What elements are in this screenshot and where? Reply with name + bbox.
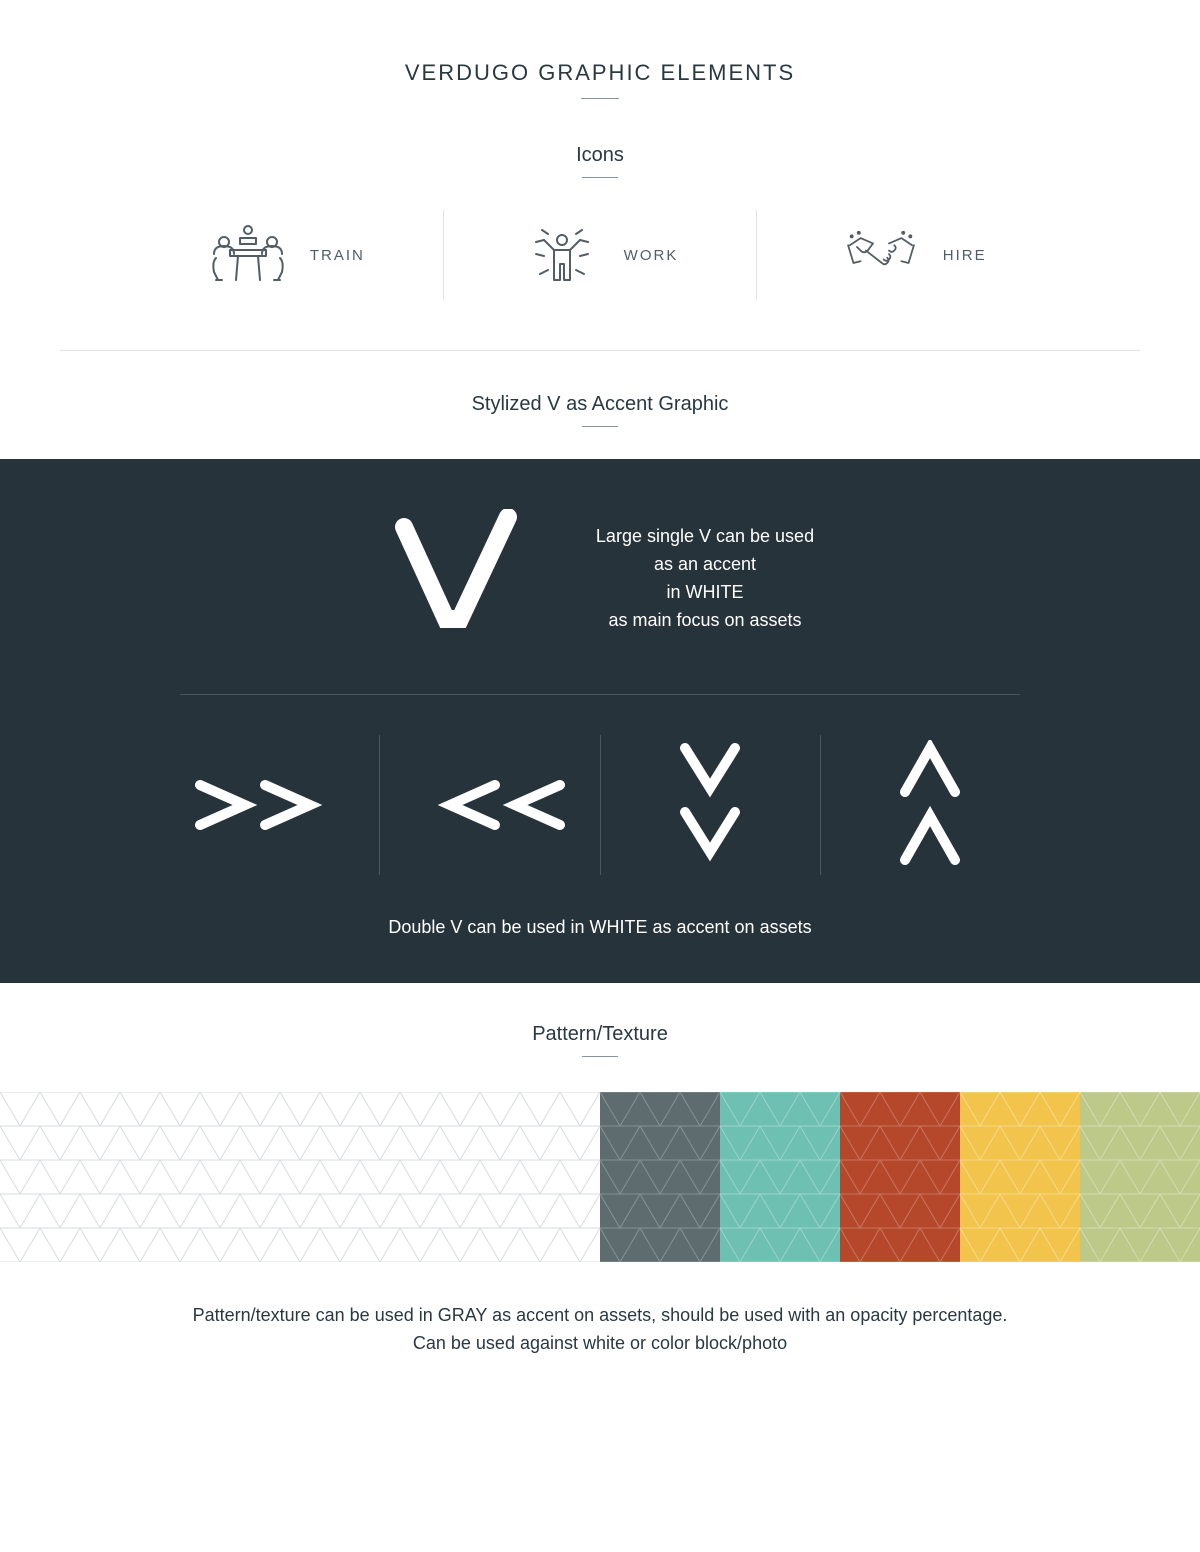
double-v-right: [160, 735, 380, 875]
caption-line: as an accent: [596, 551, 814, 579]
double-v-left: [380, 735, 600, 875]
caption-line: Pattern/texture can be used in GRAY as a…: [80, 1302, 1120, 1330]
double-v-caption: Double V can be used in WHITE as accent …: [0, 917, 1200, 938]
large-v-glyph: [386, 509, 526, 649]
dark-divider: [180, 694, 1020, 695]
dark-panel: Large single V can be used as an accent …: [0, 459, 1200, 983]
swatch-rust: [840, 1092, 960, 1262]
stylized-v-heading: Stylized V as Accent Graphic: [0, 393, 1200, 416]
pattern-caption: Pattern/texture can be used in GRAY as a…: [0, 1302, 1200, 1358]
page-title: VERDUGO GRAPHIC ELEMENTS: [0, 60, 1200, 86]
swatch-white: [0, 1092, 600, 1262]
icon-cell-work: WORK: [444, 210, 758, 300]
icon-label: TRAIN: [310, 247, 365, 264]
pattern-row: [0, 1092, 1200, 1262]
work-person-shine-icon: [522, 220, 602, 290]
section-divider: [60, 350, 1140, 351]
pattern-heading: Pattern/Texture: [0, 1023, 1200, 1046]
swatch-teal: [720, 1092, 840, 1262]
hire-handshake-icon: [841, 220, 921, 290]
caption-line: in WHITE: [596, 579, 814, 607]
icon-cell-hire: HIRE: [757, 210, 1070, 300]
title-underline: [581, 98, 619, 99]
heading-underline: [582, 177, 618, 178]
train-meeting-icon: [208, 220, 288, 290]
swatch-yellow: [960, 1092, 1080, 1262]
caption-line: Can be used against white or color block…: [80, 1330, 1120, 1358]
small-v-row: [160, 735, 1040, 875]
swatch-slate: [600, 1092, 720, 1262]
icons-heading: Icons: [0, 144, 1200, 167]
swatch-sage: [1080, 1092, 1200, 1262]
caption-line: Large single V can be used: [596, 523, 814, 551]
large-v-caption: Large single V can be used as an accent …: [596, 523, 814, 635]
heading-underline: [582, 426, 618, 427]
caption-line: as main focus on assets: [596, 607, 814, 635]
double-v-down: [601, 735, 821, 875]
heading-underline: [582, 1056, 618, 1057]
icon-label: HIRE: [943, 247, 987, 264]
double-v-up: [821, 735, 1040, 875]
icon-label: WORK: [624, 247, 679, 264]
icons-row: TRAIN WORK: [130, 210, 1070, 300]
icon-cell-train: TRAIN: [130, 210, 444, 300]
